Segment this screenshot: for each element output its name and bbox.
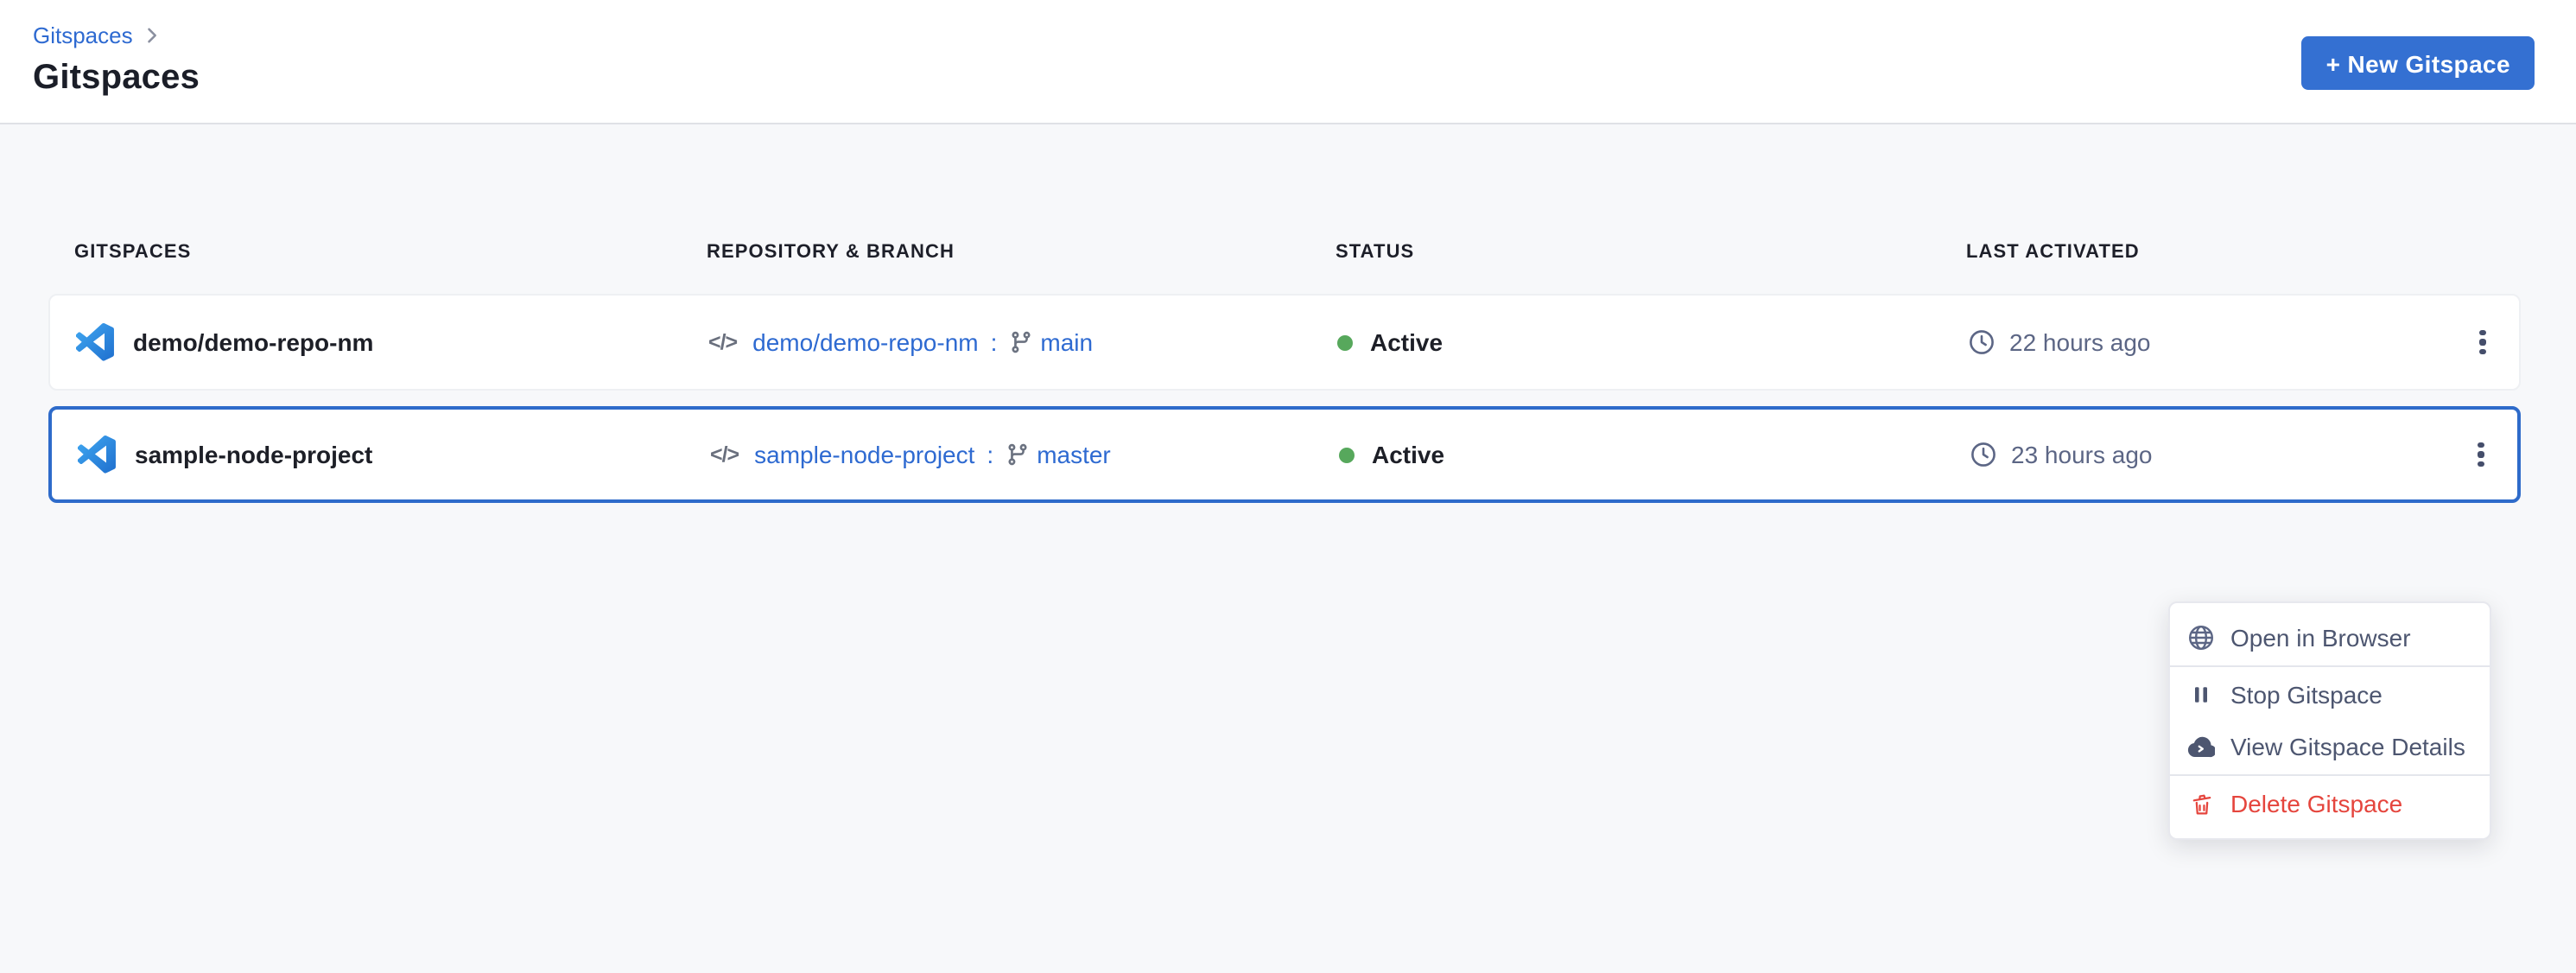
- gitspace-name: demo/demo-repo-nm: [133, 328, 373, 356]
- branch-link[interactable]: master: [1037, 441, 1111, 468]
- status-active-dot: [1339, 447, 1355, 462]
- gitspace-name: sample-node-project: [135, 441, 372, 468]
- last-activated-text: 23 hours ago: [2011, 441, 2152, 468]
- status-label: Active: [1370, 328, 1443, 356]
- cloud-details-icon: [2187, 733, 2215, 760]
- gitspaces-page: Gitspaces Gitspaces + New Gitspace Gitsp…: [0, 0, 2576, 973]
- trash-icon: [2187, 790, 2215, 817]
- status-active-dot: [1337, 334, 1353, 350]
- menu-item-label: Delete Gitspace: [2230, 790, 2402, 817]
- code-icon: </>: [708, 330, 737, 354]
- chevron-right-icon: [145, 28, 161, 43]
- last-activated-text: 22 hours ago: [2009, 328, 2150, 356]
- globe-icon: [2187, 624, 2215, 652]
- new-gitspace-button[interactable]: + New Gitspace: [2302, 36, 2535, 90]
- row-context-menu: Open in Browser Stop Gitspace View Gitsp…: [2168, 601, 2491, 840]
- menu-item-view-gitspace-details[interactable]: View Gitspace Details: [2170, 721, 2490, 773]
- menu-item-label: Stop Gitspace: [2230, 681, 2382, 709]
- pause-icon: [2187, 681, 2215, 709]
- menu-item-label: Open in Browser: [2230, 624, 2411, 652]
- status-label: Active: [1372, 441, 1444, 468]
- row-actions-menu-button[interactable]: [2459, 432, 2503, 477]
- status-cell: Active: [1337, 328, 1968, 356]
- git-branch-icon: [1006, 442, 1030, 467]
- git-branch-icon: [1009, 330, 1033, 354]
- status-cell: Active: [1339, 441, 1970, 468]
- page-title: Gitspaces: [33, 59, 2535, 99]
- vscode-icon: [76, 323, 114, 361]
- repo-branch-separator: :: [987, 441, 993, 468]
- branch-link[interactable]: main: [1040, 328, 1093, 356]
- menu-divider: [2170, 774, 2490, 776]
- table-row[interactable]: demo/demo-repo-nm </> demo/demo-repo-nm …: [48, 294, 2521, 391]
- menu-divider: [2170, 665, 2490, 667]
- clock-icon: [1968, 328, 1995, 356]
- repository-branch-cell: </> demo/demo-repo-nm : main: [708, 328, 1337, 356]
- repository-link[interactable]: demo/demo-repo-nm: [752, 328, 978, 356]
- last-activated-cell: 22 hours ago: [1968, 328, 2422, 356]
- menu-item-stop-gitspace[interactable]: Stop Gitspace: [2170, 669, 2490, 721]
- menu-item-label: View Gitspace Details: [2230, 733, 2465, 760]
- content-area: Gitspaces Repository & Branch Status Las…: [0, 124, 2576, 973]
- column-header-status: Status: [1336, 242, 1966, 263]
- table-header-row: Gitspaces Repository & Branch Status Las…: [48, 235, 2521, 270]
- breadcrumb: Gitspaces: [33, 21, 2535, 48]
- vscode-icon: [78, 436, 116, 474]
- column-header-repository-branch: Repository & Branch: [707, 242, 1336, 263]
- gitspace-name-cell: demo/demo-repo-nm: [76, 323, 708, 361]
- menu-item-delete-gitspace[interactable]: Delete Gitspace: [2170, 778, 2490, 830]
- clock-icon: [1970, 441, 1997, 468]
- repository-link[interactable]: sample-node-project: [754, 441, 974, 468]
- page-header: Gitspaces Gitspaces + New Gitspace: [0, 0, 2576, 124]
- repo-branch-separator: :: [991, 328, 998, 356]
- last-activated-cell: 23 hours ago: [1970, 441, 2421, 468]
- breadcrumb-link-gitspaces[interactable]: Gitspaces: [33, 22, 133, 48]
- row-actions-menu-button[interactable]: [2460, 320, 2505, 365]
- gitspace-name-cell: sample-node-project: [78, 436, 710, 474]
- code-icon: </>: [710, 442, 739, 467]
- menu-item-open-in-browser[interactable]: Open in Browser: [2170, 612, 2490, 664]
- repository-branch-cell: </> sample-node-project : master: [710, 441, 1339, 468]
- column-header-gitspaces: Gitspaces: [74, 242, 707, 263]
- column-header-last-activated: Last Activated: [1966, 242, 2424, 263]
- table-row[interactable]: sample-node-project </> sample-node-proj…: [48, 406, 2521, 503]
